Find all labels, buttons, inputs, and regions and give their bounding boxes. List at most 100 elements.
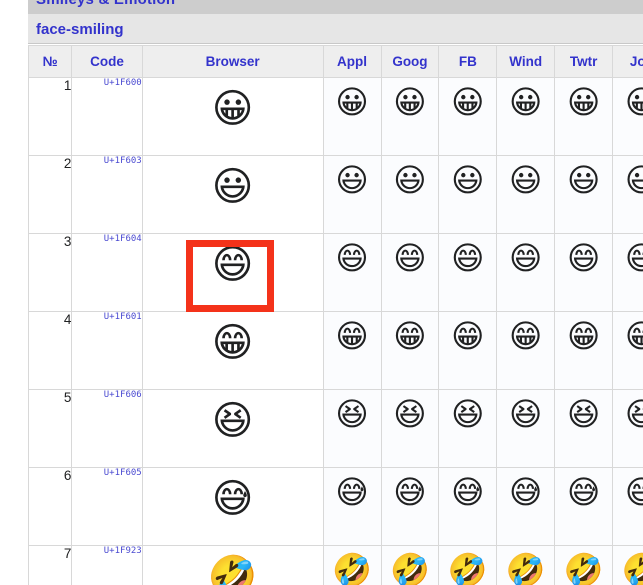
vendor-emoji-cell-windows: 😃 (496, 155, 556, 234)
vendor-emoji-cell-facebook: 🤣 (438, 545, 498, 585)
vendor-emoji-cell-google: 🤣 (380, 545, 440, 585)
rolling-on-the-floor-laughing-icon: 🤣 (390, 551, 430, 585)
grinning-face-with-big-eyes-icon: 😃 (211, 164, 254, 210)
column-header-code[interactable]: Code (71, 45, 143, 78)
browser-emoji-cell: 😁 (141, 311, 324, 390)
grinning-face-with-big-eyes-icon: 😃 (624, 161, 643, 199)
column-header-facebook[interactable]: FB (438, 45, 498, 78)
vendor-emoji-cell-twitter: 😀 (554, 77, 614, 156)
beaming-face-with-smiling-eyes-icon: 😁 (211, 320, 254, 366)
vendor-emoji-cell-facebook: 😅 (438, 467, 498, 546)
row-codepoint[interactable]: U+1F923 (71, 545, 143, 585)
grinning-face-with-big-eyes-icon: 😃 (451, 161, 485, 199)
rolling-on-the-floor-laughing-icon: 🤣 (563, 551, 604, 585)
vendor-emoji-cell-google: 😄 (380, 233, 440, 312)
grinning-face-with-sweat-icon: 😅 (393, 473, 427, 511)
vendor-emoji-cell-facebook: 😃 (438, 155, 498, 234)
grinning-face-with-big-eyes-icon: 😃 (509, 161, 543, 199)
column-header-google[interactable]: Goog (380, 45, 440, 78)
grinning-face-with-sweat-icon: 😅 (624, 473, 643, 511)
vendor-emoji-cell-joypixels: 😁 (612, 311, 643, 390)
grinning-squinting-face-icon: 😆 (335, 395, 369, 433)
grinning-face-icon: 😀 (451, 83, 485, 121)
vendor-emoji-cell-joypixels: 😃 (612, 155, 643, 234)
grinning-face-icon: 😀 (566, 83, 601, 121)
grinning-squinting-face-icon: 😆 (624, 395, 643, 433)
beaming-face-with-smiling-eyes-icon: 😁 (451, 317, 485, 355)
vendor-emoji-cell-apple: 😁 (322, 311, 382, 390)
grinning-face-with-sweat-icon: 😅 (566, 473, 601, 511)
beaming-face-with-smiling-eyes-icon: 😁 (335, 317, 369, 355)
column-header-browser[interactable]: Browser (141, 45, 324, 78)
beaming-face-with-smiling-eyes-icon: 😁 (393, 317, 427, 355)
grinning-face-with-sweat-icon: 😅 (335, 473, 369, 511)
table-row: 1 U+1F600 😀 😀 😀 😀 😀 😀 😀 (27, 77, 643, 156)
grinning-face-with-sweat-icon: 😅 (509, 473, 543, 511)
vendor-emoji-cell-twitter: 🤣 (554, 545, 614, 585)
vendor-emoji-cell-twitter: 😅 (554, 467, 614, 546)
grinning-face-with-smiling-eyes-icon: 😄 (624, 239, 643, 277)
column-header-windows[interactable]: Wind (496, 45, 556, 78)
row-codepoint[interactable]: U+1F601 (71, 311, 143, 390)
group-heading-band: Smileys & Emotion (28, 0, 643, 14)
column-header-twitter[interactable]: Twtr (554, 45, 614, 78)
grinning-face-icon: 😀 (211, 86, 254, 132)
column-header-joypixels[interactable]: Joy (612, 45, 643, 78)
vendor-emoji-cell-facebook: 😄 (438, 233, 498, 312)
vendor-emoji-cell-google: 😆 (380, 389, 440, 468)
rolling-on-the-floor-laughing-icon: 🤣 (332, 551, 372, 585)
row-codepoint[interactable]: U+1F605 (71, 467, 143, 546)
grinning-face-with-big-eyes-icon: 😃 (566, 161, 601, 199)
column-header-number[interactable]: № (27, 45, 73, 78)
row-number: 7 (27, 545, 73, 585)
vendor-emoji-cell-joypixels: 😅 (612, 467, 643, 546)
vendor-emoji-cell-windows: 😀 (496, 77, 556, 156)
grinning-face-with-sweat-icon: 😅 (451, 473, 485, 511)
row-codepoint[interactable]: U+1F600 (71, 77, 143, 156)
table-row: 7 U+1F923 🤣 🤣 🤣 🤣 🤣 🤣 🤣 (27, 545, 643, 585)
row-number: 4 (27, 311, 73, 390)
page-left-gutter (0, 0, 28, 585)
row-codepoint[interactable]: U+1F604 (71, 233, 143, 312)
row-codepoint[interactable]: U+1F603 (71, 155, 143, 234)
subgroup-label[interactable]: face-smiling (36, 21, 124, 38)
grinning-face-icon: 😀 (624, 83, 643, 121)
vendor-emoji-cell-facebook: 😆 (438, 389, 498, 468)
vendor-emoji-cell-apple: 😀 (322, 77, 382, 156)
grinning-face-with-smiling-eyes-icon: 😄 (393, 239, 427, 277)
vendor-emoji-cell-windows: 😅 (496, 467, 556, 546)
table-row: 2 U+1F603 😃 😃 😃 😃 😃 😃 😃 (27, 155, 643, 234)
table-header-row: № Code Browser Appl Goog FB Wind Twtr Jo… (27, 45, 643, 78)
vendor-emoji-cell-windows: 😁 (496, 311, 556, 390)
grinning-face-icon: 😀 (393, 83, 427, 121)
vendor-emoji-cell-apple: 🤣 (322, 545, 382, 585)
browser-emoji-cell: 🤣 (141, 545, 324, 585)
vendor-emoji-cell-joypixels: 😀 (612, 77, 643, 156)
vendor-emoji-cell-joypixels: 😄 (612, 233, 643, 312)
browser-emoji-cell: 😆 (141, 389, 324, 468)
vendor-emoji-cell-apple: 😄 (322, 233, 382, 312)
vendor-emoji-cell-twitter: 😁 (554, 311, 614, 390)
vendor-emoji-cell-windows: 😆 (496, 389, 556, 468)
grinning-face-with-big-eyes-icon: 😃 (393, 161, 427, 199)
grinning-squinting-face-icon: 😆 (509, 395, 543, 433)
subgroup-band: face-smiling (28, 14, 643, 44)
table-row: 3 U+1F604 😄 😄 😄 😄 😄 😄 😄 (27, 233, 643, 312)
grinning-squinting-face-icon: 😆 (211, 398, 254, 444)
browser-emoji-cell: 😀 (141, 77, 324, 156)
beaming-face-with-smiling-eyes-icon: 😁 (509, 317, 543, 355)
grinning-face-with-sweat-icon: 😅 (211, 476, 254, 522)
vendor-emoji-cell-google: 😅 (380, 467, 440, 546)
grinning-squinting-face-icon: 😆 (393, 395, 427, 433)
table-row: 5 U+1F606 😆 😆 😆 😆 😆 😆 😆 (27, 389, 643, 468)
rolling-on-the-floor-laughing-icon: 🤣 (621, 551, 643, 585)
group-heading-label[interactable]: Smileys & Emotion (36, 0, 175, 8)
emoji-chart-page: Smileys & Emotion face-smiling № Code Br… (0, 0, 643, 585)
grinning-squinting-face-icon: 😆 (566, 395, 601, 433)
row-codepoint[interactable]: U+1F606 (71, 389, 143, 468)
vendor-emoji-cell-windows: 😄 (496, 233, 556, 312)
column-header-apple[interactable]: Appl (322, 45, 382, 78)
rolling-on-the-floor-laughing-icon: 🤣 (447, 551, 488, 585)
row-number: 6 (27, 467, 73, 546)
vendor-emoji-cell-google: 😁 (380, 311, 440, 390)
